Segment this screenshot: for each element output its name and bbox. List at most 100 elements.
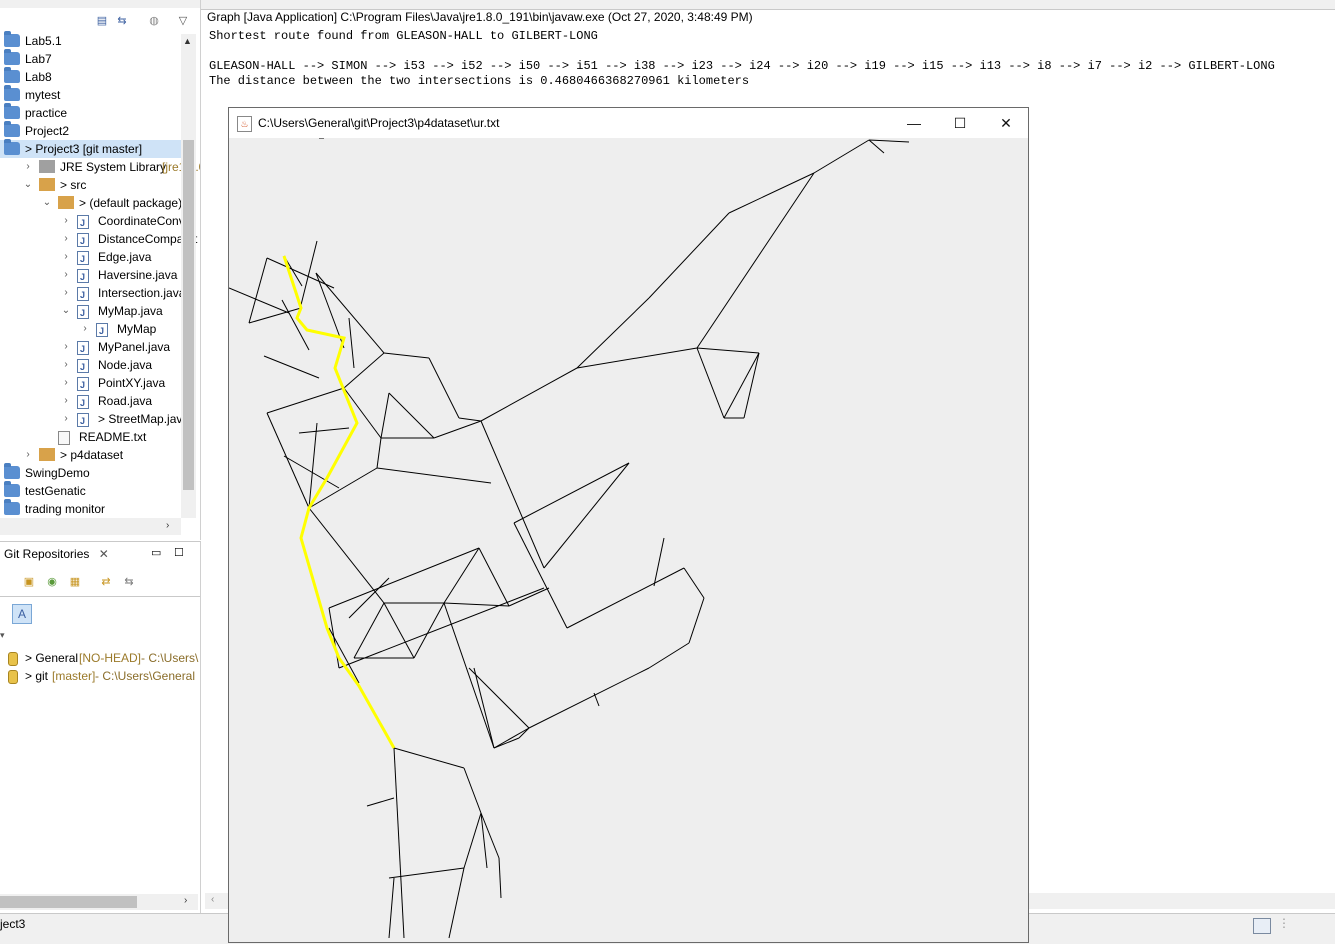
chevron-right-icon[interactable]: › bbox=[61, 248, 71, 266]
clone-repository-icon[interactable]: ◉ bbox=[45, 575, 59, 589]
road-segment bbox=[463, 812, 482, 869]
tree-item[interactable]: ⌄ MyMap.java bbox=[0, 302, 181, 322]
repository-name: > General bbox=[25, 651, 79, 665]
tree-item[interactable]: › Road.java bbox=[0, 392, 181, 412]
tree-item[interactable]: › > StreetMap.java bbox=[0, 410, 189, 430]
git-horizontal-scrollbar[interactable]: › bbox=[0, 894, 198, 910]
tree-item[interactable]: > Project3 [git master] bbox=[0, 139, 181, 158]
java-window-titlebar[interactable]: ♨ C:\Users\General\git\Project3\p4datase… bbox=[229, 108, 1028, 138]
filters-icon[interactable]: ◍ bbox=[147, 14, 161, 28]
chevron-right-icon[interactable]: › bbox=[61, 356, 71, 374]
tree-item[interactable]: Lab8 bbox=[0, 67, 181, 86]
maximize-button[interactable]: ☐ bbox=[937, 108, 983, 138]
chevron-right-icon[interactable]: › bbox=[61, 284, 71, 302]
class-icon bbox=[96, 322, 108, 340]
tree-item[interactable]: practice bbox=[0, 103, 181, 122]
collapse-all-icon[interactable]: ▤ bbox=[95, 14, 109, 28]
chevron-right-icon[interactable]: › bbox=[61, 266, 71, 284]
tree-item[interactable]: Lab5.1 bbox=[0, 31, 181, 50]
chevron-right-icon[interactable]: › bbox=[23, 158, 33, 176]
java-file-icon bbox=[77, 232, 89, 250]
road-segment bbox=[298, 427, 350, 434]
tree-item-label: > Project3 [git master] bbox=[25, 142, 143, 156]
chevron-right-icon[interactable]: › bbox=[61, 392, 71, 410]
console-line: Shortest route found from GLEASON-HALL t… bbox=[209, 29, 598, 43]
tree-item-label: Intersection.java bbox=[98, 286, 186, 300]
road-segment bbox=[443, 547, 480, 604]
tree-item[interactable]: mytest bbox=[0, 85, 181, 104]
package-explorer-vertical-scrollbar[interactable]: ▲ bbox=[181, 34, 196, 518]
road-segment bbox=[298, 240, 318, 314]
scroll-right-icon[interactable]: › bbox=[184, 895, 187, 906]
tree-item[interactable]: Project2 bbox=[0, 121, 181, 140]
package-explorer-horizontal-scrollbar[interactable]: › bbox=[0, 518, 181, 535]
chevron-right-icon[interactable]: › bbox=[61, 212, 71, 230]
collapse-all-repos-icon[interactable]: ⇆ bbox=[122, 575, 136, 589]
chevron-down-icon[interactable]: ⌄ bbox=[61, 302, 71, 320]
tree-item-label: Node.java bbox=[98, 358, 153, 372]
git-repositories-tab[interactable]: Git Repositories ✕ bbox=[0, 542, 113, 566]
tree-item-label: Haversine.java bbox=[98, 268, 178, 282]
road-segment bbox=[696, 172, 815, 349]
git-repository-item[interactable]: > git [master] - C:\Users\General bbox=[0, 667, 200, 685]
git-repository-item[interactable]: > General [NO-HEAD] - C:\Users\ bbox=[0, 649, 200, 667]
tree-item-label: Lab7 bbox=[25, 52, 52, 66]
tree-item-label: Edge.java bbox=[98, 250, 152, 264]
road-segment bbox=[566, 567, 685, 629]
console-tab-strip[interactable] bbox=[201, 0, 1335, 10]
road-segment bbox=[696, 347, 725, 419]
tree-item[interactable]: › PointXY.java bbox=[0, 374, 181, 394]
scroll-left-icon[interactable]: ‹ bbox=[211, 894, 214, 905]
chevron-right-icon[interactable]: › bbox=[23, 446, 33, 464]
tree-item[interactable]: ›DistanceComparat bbox=[0, 230, 197, 250]
tree-item[interactable]: SwingDemo bbox=[0, 463, 181, 482]
scroll-up-icon[interactable]: ▲ bbox=[183, 36, 192, 46]
tree-item[interactable]: › > p4dataset bbox=[0, 446, 181, 464]
tree-item[interactable]: ⌄ > (default package) bbox=[0, 194, 182, 212]
tree-item-label: mytest bbox=[25, 88, 61, 102]
tree-item[interactable]: README.txt bbox=[0, 428, 181, 446]
chevron-right-icon[interactable]: › bbox=[80, 320, 90, 338]
scrollbar-thumb[interactable] bbox=[183, 140, 194, 490]
close-button[interactable]: ✕ bbox=[983, 108, 1029, 138]
tree-item[interactable]: › Haversine.java bbox=[0, 266, 181, 286]
tree-item[interactable]: ⌄ > src bbox=[0, 176, 181, 194]
add-repository-icon[interactable]: ▣ bbox=[22, 575, 36, 589]
tree-item[interactable]: › Intersection.java bbox=[0, 284, 185, 304]
minimize-view-icon[interactable]: ▭ bbox=[151, 546, 161, 559]
java-file-icon bbox=[77, 214, 89, 232]
tree-item[interactable]: › MyPanel.java bbox=[0, 338, 181, 358]
chevron-right-icon[interactable]: › bbox=[61, 374, 71, 392]
toggle-view-icon[interactable]: A bbox=[12, 604, 32, 624]
tree-item[interactable]: testGenatic bbox=[0, 481, 181, 500]
view-menu-icon[interactable]: ▽ bbox=[176, 14, 190, 28]
tree-item[interactable]: › Node.java bbox=[0, 356, 181, 376]
tree-item[interactable]: trading monitor bbox=[0, 499, 181, 518]
tree-item[interactable]: › Edge.java bbox=[0, 248, 181, 268]
chevron-down-icon[interactable]: ⌄ bbox=[42, 194, 52, 212]
close-tab-icon[interactable]: ✕ bbox=[99, 547, 109, 561]
map-canvas[interactable] bbox=[229, 138, 1028, 942]
road-segment bbox=[478, 547, 510, 607]
tree-item[interactable]: › MyMap bbox=[0, 320, 181, 340]
chevron-right-icon[interactable]: › bbox=[61, 410, 71, 428]
chevron-down-icon[interactable]: ⌄ bbox=[23, 176, 33, 194]
tree-item-label: > src bbox=[60, 178, 87, 192]
create-repository-icon[interactable]: ▦ bbox=[68, 575, 82, 589]
scrollbar-thumb[interactable] bbox=[0, 896, 137, 908]
project-folder-icon bbox=[4, 67, 20, 83]
tree-item[interactable]: ›CoordinateConver bbox=[0, 212, 195, 232]
chevron-down-icon: ▾ bbox=[0, 630, 5, 640]
chevron-right-icon[interactable]: › bbox=[61, 338, 71, 356]
scroll-right-icon[interactable]: › bbox=[166, 520, 169, 531]
link-with-selection-icon[interactable]: ⇄ bbox=[99, 575, 113, 589]
project-folder-icon bbox=[4, 499, 20, 515]
java-file-icon bbox=[77, 412, 89, 430]
chevron-right-icon[interactable]: › bbox=[61, 230, 71, 248]
progress-monitor-icon[interactable] bbox=[1253, 918, 1271, 934]
minimize-button[interactable]: — bbox=[891, 108, 937, 138]
tree-item[interactable]: ›JRE System Library[jre1.8.0 bbox=[0, 158, 200, 176]
tree-item[interactable]: Lab7 bbox=[0, 49, 181, 68]
maximize-view-icon[interactable]: ☐ bbox=[174, 546, 184, 559]
link-with-editor-icon[interactable]: ⇆ bbox=[115, 14, 129, 28]
